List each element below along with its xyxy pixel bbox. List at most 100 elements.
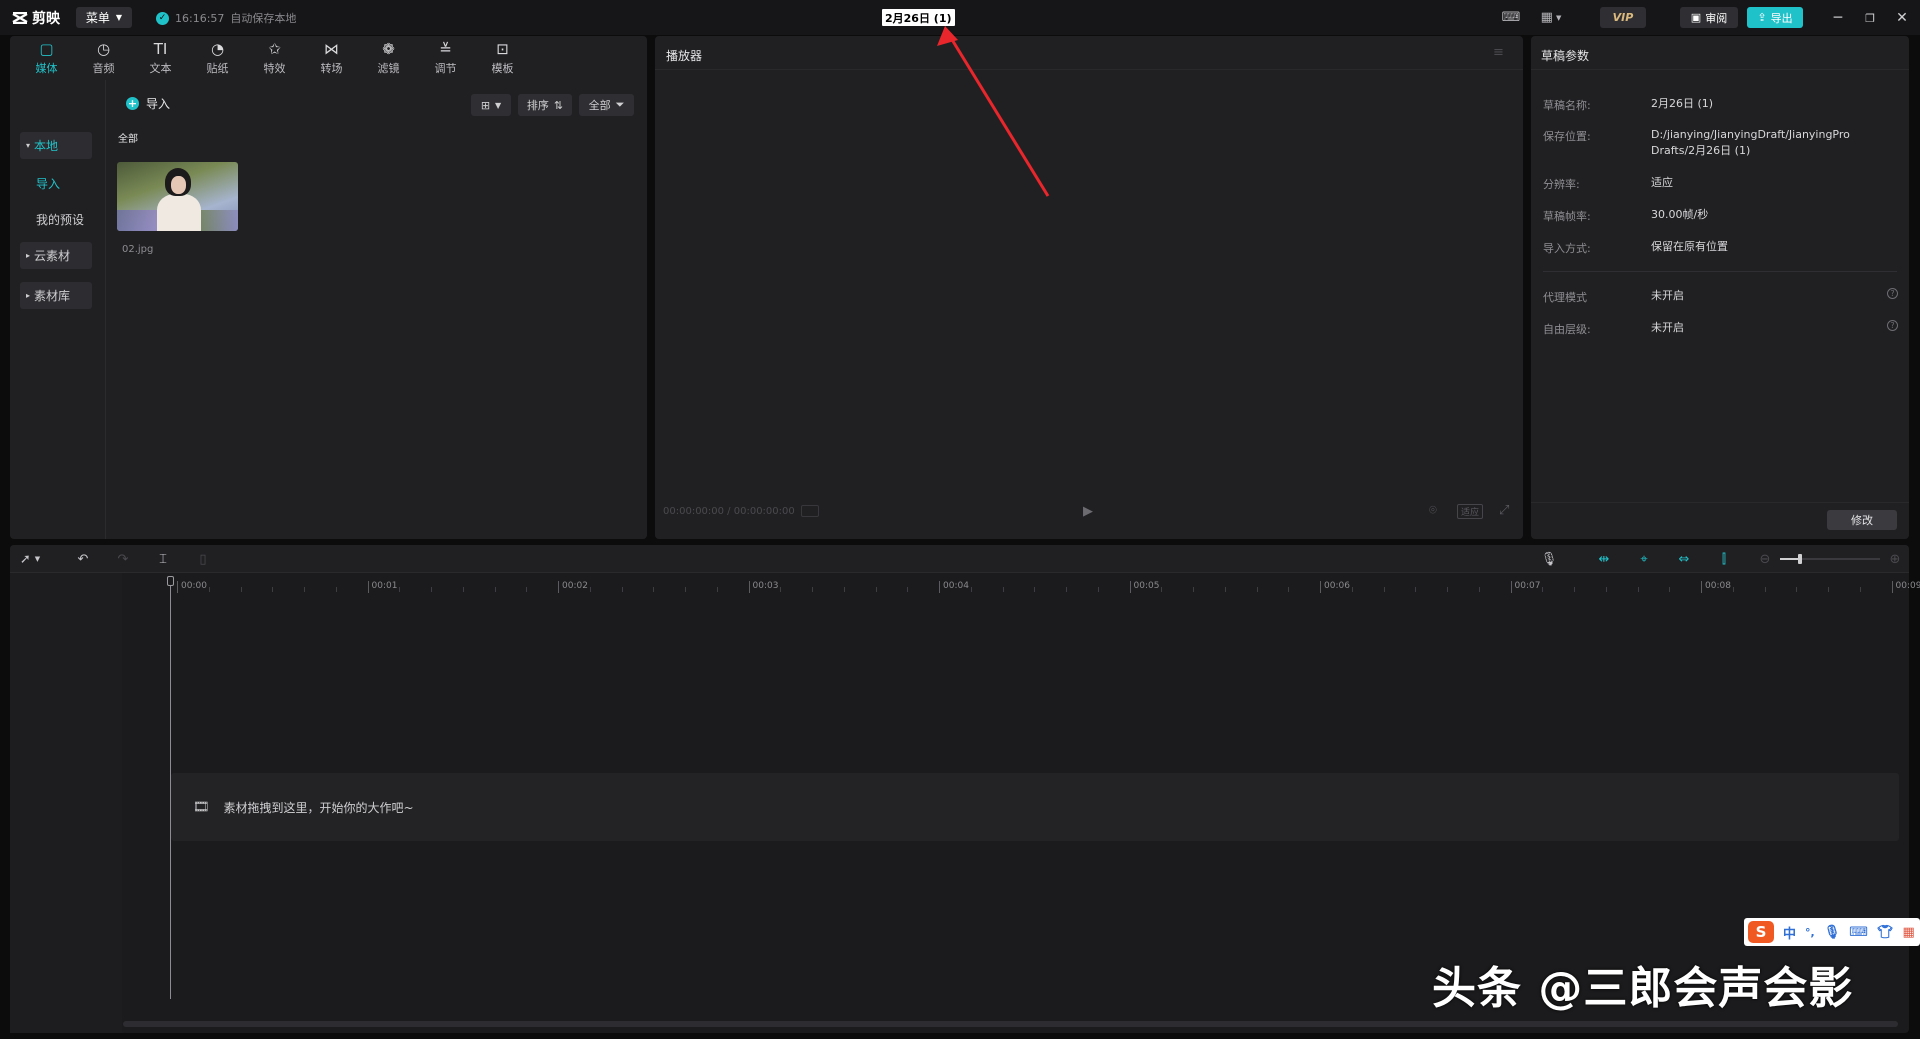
linkage-icon[interactable]: ⇔	[1673, 550, 1695, 568]
skin-icon[interactable]: 👕︎	[1877, 925, 1894, 940]
redo-icon[interactable]: ↷	[114, 550, 132, 568]
toolbox-icon[interactable]: ▦	[1903, 925, 1915, 940]
play-icon[interactable]: ▶	[1083, 504, 1093, 519]
ruler-minor-tick	[653, 587, 655, 592]
main-track-magnet-icon[interactable]: ⇹	[1593, 550, 1615, 568]
sogou-logo-icon[interactable]: S	[1748, 921, 1774, 943]
sort-label: 排序	[526, 99, 549, 112]
playhead-handle[interactable]	[167, 576, 174, 586]
filter-icon: ❁	[382, 39, 395, 58]
review-label: 审阅	[1705, 11, 1728, 25]
time-ruler[interactable]: 00:00 00:01 00:02 00:03 00:04 00:05 00:06 00:07…	[169, 581, 1920, 595]
ruler-minor-tick	[304, 587, 305, 592]
ruler-tick-label: 00:06	[1320, 581, 1350, 593]
filter-button[interactable]: 全部 ⏷	[579, 94, 634, 116]
draft-header: 草稿参数	[1531, 36, 1909, 70]
ruler-tick-label: 00:07	[1510, 581, 1540, 593]
ruler-minor-tick	[1383, 587, 1385, 592]
select-tool-icon[interactable]: ➚ ▼	[16, 550, 44, 568]
resolution-key: 分辨率:	[1543, 178, 1580, 191]
tab-sticker[interactable]: ◔ 贴纸	[189, 36, 246, 80]
ime-toolbar[interactable]: S 中 °, 🎙︎ ⌨ 👕︎ ▦	[1744, 918, 1920, 946]
tab-filter[interactable]: ❁ 滤镜	[360, 36, 417, 80]
split-icon[interactable]: ⌶	[154, 550, 172, 568]
undo-icon[interactable]: ↶	[74, 550, 92, 568]
ruler-minor-tick	[621, 587, 623, 592]
screenshot-icon[interactable]: ⌾	[1429, 503, 1437, 518]
keyboard-icon[interactable]: ⌨	[1849, 925, 1868, 940]
view-mode-button[interactable]: ⊞ ▼	[471, 94, 511, 116]
preview-axis-icon[interactable]: ⫿	[1713, 550, 1735, 568]
ruler-tick-label: 00:04	[939, 581, 969, 593]
ruler-minor-tick	[1351, 587, 1353, 592]
import-mode-value: 保留在原有位置	[1651, 240, 1728, 253]
keyboard-shortcut-icon[interactable]: ⌨	[1500, 9, 1522, 26]
save-location-value: D:/jianying/JianyingDraft/JianyingPro Dr…	[1651, 128, 1850, 157]
sidebar-item-presets[interactable]: 我的预设	[36, 211, 84, 228]
tab-adjust[interactable]: ≚ 调节	[417, 36, 474, 80]
plus-icon: +	[126, 96, 139, 110]
ruler-minor-tick	[1732, 587, 1734, 592]
sidebar-item-cloud[interactable]: ▸ 云素材	[20, 242, 92, 269]
tab-media[interactable]: ▢ 媒体	[18, 36, 75, 80]
sidebar-item-library[interactable]: ▸ 素材库	[20, 282, 92, 309]
draft-name-value: 2月26日 (1)	[1651, 97, 1714, 110]
document-title[interactable]: 2月26日 (1)	[882, 9, 955, 26]
layout-icon[interactable]: ▦ ▼	[1536, 9, 1566, 26]
tab-effects[interactable]: ✩ 特效	[246, 36, 303, 80]
review-button[interactable]: ▣ 审阅	[1680, 7, 1738, 28]
zoom-in-icon[interactable]: ⊕	[1888, 550, 1902, 568]
resolution-value: 适应	[1651, 176, 1673, 189]
tab-label: 贴纸	[206, 61, 229, 75]
microphone-icon[interactable]: 🎙︎	[1824, 925, 1841, 940]
media-thumbnail[interactable]	[117, 162, 238, 231]
minimize-icon[interactable]: ─	[1828, 9, 1848, 27]
auto-snap-icon[interactable]: ⌖	[1633, 550, 1655, 568]
ruler-minor-tick	[907, 587, 909, 592]
tab-template[interactable]: ⊡ 模板	[474, 36, 531, 80]
timecode-mode-icon[interactable]	[801, 505, 819, 517]
help-icon[interactable]: ?	[1887, 320, 1898, 331]
delete-icon[interactable]: ▯	[194, 550, 212, 568]
ime-lang[interactable]: 中	[1783, 923, 1796, 942]
ruler-minor-tick	[1796, 587, 1798, 592]
vip-button[interactable]: VIP	[1600, 7, 1646, 28]
title-bar: 剪映 菜单 ▼ ✓ 16:16:57 自动保存本地 2月26日 (1) ⌨ ▦ ▼…	[0, 0, 1920, 35]
menu-button[interactable]: 菜单 ▼	[76, 7, 132, 28]
zoom-slider-handle[interactable]	[1798, 554, 1802, 564]
hamburger-menu-icon[interactable]: ≡	[1493, 45, 1504, 60]
track-drop-zone[interactable]: 🎞︎ 素材拖拽到这里，开始你的大作吧~	[171, 773, 1899, 841]
microphone-icon[interactable]: 🎙︎	[1540, 550, 1558, 568]
import-button[interactable]: + 导入	[126, 92, 186, 114]
modify-button[interactable]: 修改	[1827, 510, 1897, 530]
tab-transition[interactable]: ⋈ 转场	[303, 36, 360, 80]
menu-label: 菜单	[85, 11, 110, 25]
export-label: 导出	[1770, 11, 1793, 25]
ruler-minor-tick	[1859, 587, 1861, 592]
fullscreen-icon[interactable]: ⤢	[1499, 503, 1509, 518]
export-button[interactable]: ⇪ 导出	[1747, 7, 1803, 28]
save-location-key: 保存位置:	[1543, 130, 1591, 143]
effects-icon: ✩	[268, 39, 281, 58]
ime-punct[interactable]: °,	[1805, 926, 1815, 939]
sidebar-item-local[interactable]: ▾ 本地	[20, 132, 92, 159]
ratio-button[interactable]: 适应	[1457, 504, 1484, 519]
capcut-logo-icon	[12, 12, 28, 24]
tab-text[interactable]: TI 文本	[132, 36, 189, 80]
media-file-name: 02.jpg	[122, 244, 154, 255]
ruler-tick-label: 00:00	[177, 581, 207, 593]
ruler-tick-label: 00:09	[1891, 581, 1920, 593]
grid-icon: ⊞	[480, 98, 491, 112]
ruler-minor-tick	[1224, 587, 1226, 592]
help-icon[interactable]: ?	[1887, 288, 1898, 299]
close-icon[interactable]: ✕	[1892, 9, 1912, 27]
media-icon: ▢	[39, 39, 54, 58]
tab-audio[interactable]: ◷ 音频	[75, 36, 132, 80]
restore-icon[interactable]: ❐	[1860, 9, 1880, 27]
timeline-scrollbar[interactable]	[123, 1021, 1898, 1027]
sort-icon: ⇅	[553, 98, 564, 112]
sort-button[interactable]: 排序 ⇅	[518, 94, 572, 116]
zoom-out-icon[interactable]: ⊖	[1758, 550, 1772, 568]
ruler-tick-label: 00:03	[748, 581, 778, 593]
sidebar-item-import[interactable]: 导入	[36, 175, 60, 192]
